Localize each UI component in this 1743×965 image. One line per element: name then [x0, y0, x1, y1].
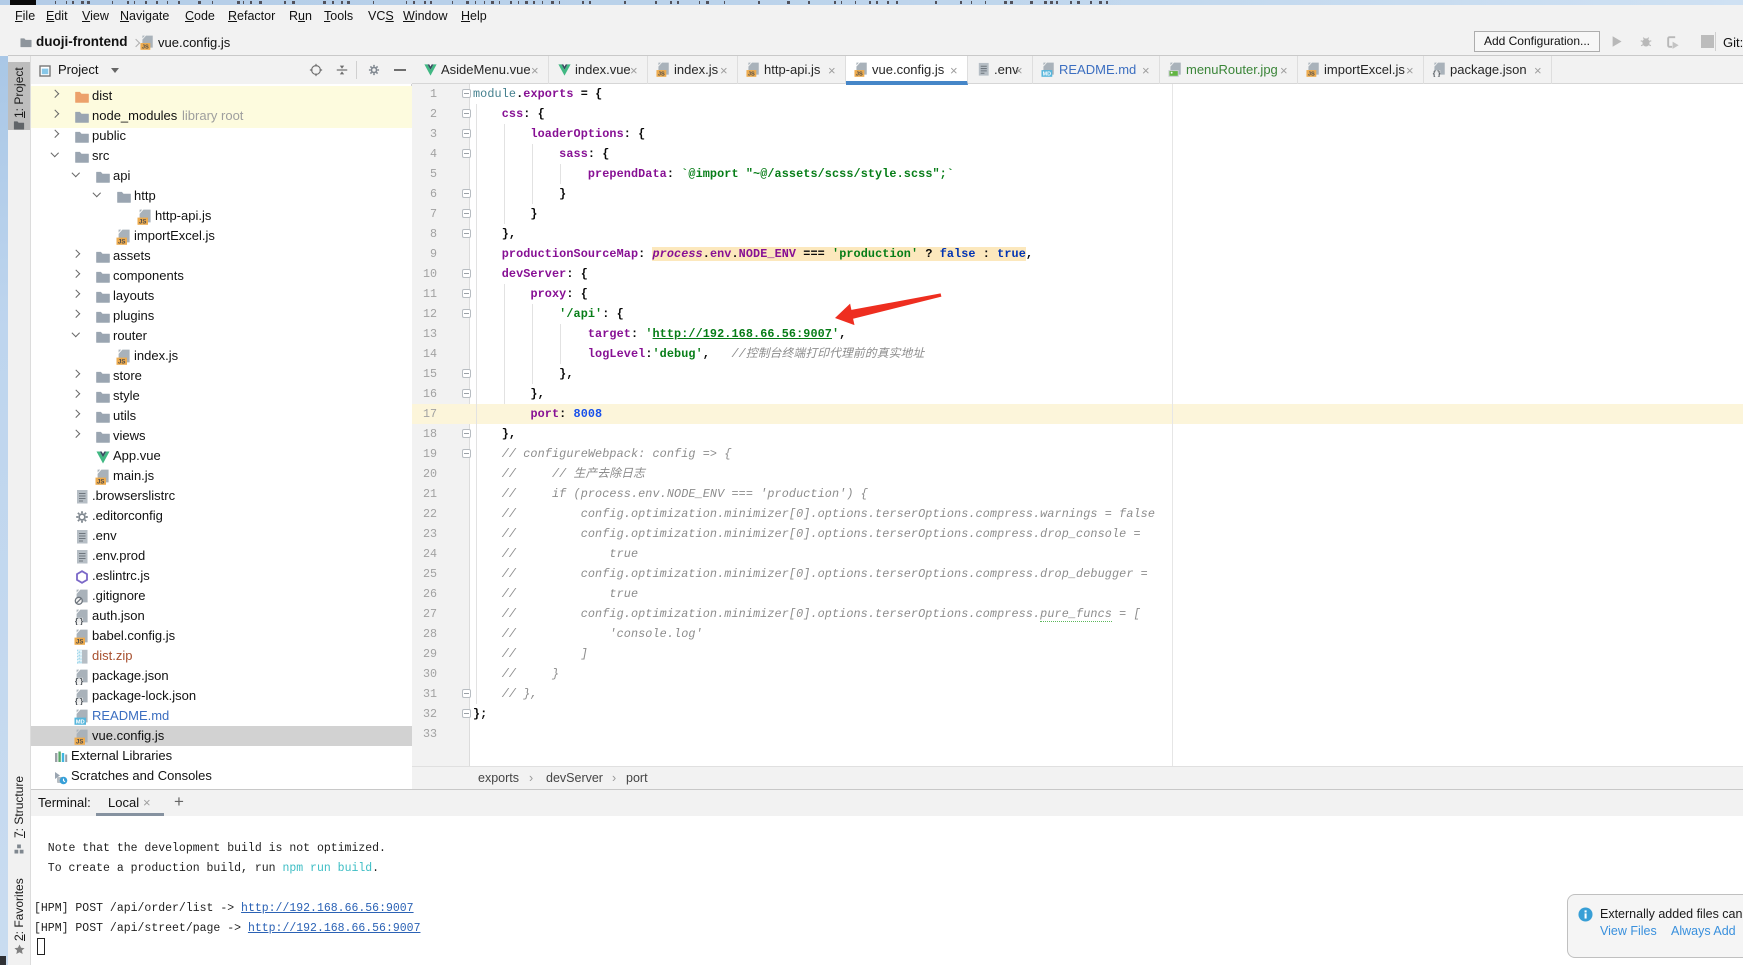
svg-text:MD: MD	[76, 719, 85, 725]
svg-text:JS: JS	[139, 220, 146, 225]
svg-text:JS: JS	[856, 72, 863, 77]
svg-text:{}: {}	[74, 618, 84, 625]
svg-text:JS: JS	[118, 360, 125, 365]
svg-text:JS: JS	[97, 480, 104, 485]
svg-text:JS: JS	[76, 640, 83, 645]
svg-text:{}: {}	[74, 678, 84, 685]
svg-text:JS: JS	[118, 240, 125, 245]
svg-text:JS: JS	[142, 45, 149, 50]
svg-text:{}: {}	[74, 698, 84, 705]
svg-text:JS: JS	[76, 740, 83, 745]
